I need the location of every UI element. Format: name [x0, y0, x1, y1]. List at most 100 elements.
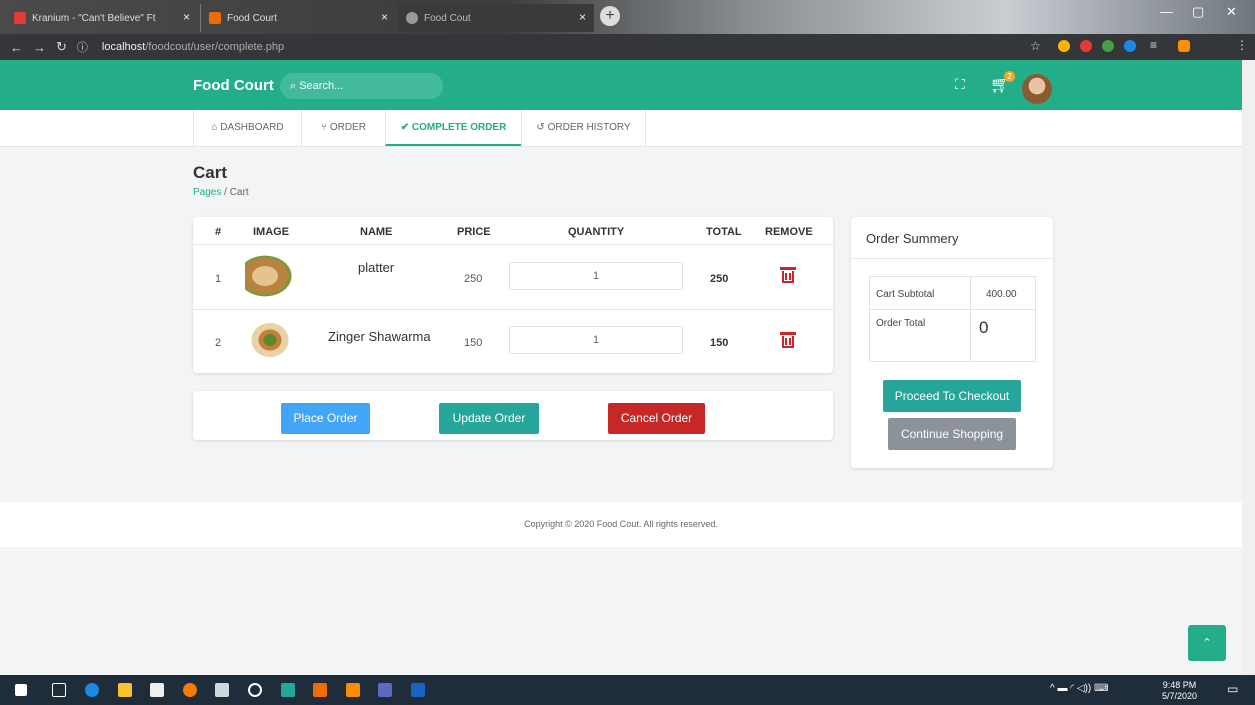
- chevron-up-icon: ⌃: [1202, 637, 1212, 649]
- update-order-button[interactable]: Update Order: [439, 403, 539, 434]
- quantity-input[interactable]: 1: [509, 326, 683, 354]
- url-field[interactable]: localhost/foodcout/user/complete.php: [102, 41, 284, 53]
- cancel-order-button[interactable]: Cancel Order: [608, 403, 705, 434]
- avatar[interactable]: [1022, 74, 1052, 104]
- history-icon: ↺: [536, 122, 548, 133]
- checkout-button[interactable]: Proceed To Checkout: [883, 380, 1021, 412]
- continue-shopping-button[interactable]: Continue Shopping: [888, 418, 1016, 450]
- tab-title: Kranium - "Can't Believe" Ft: [32, 12, 156, 24]
- food-image-platter: [245, 253, 295, 299]
- divider: [970, 276, 971, 362]
- breadcrumb-current: Cart: [229, 187, 249, 198]
- url-host: localhost: [101, 41, 146, 53]
- minimize-icon[interactable]: —: [1160, 4, 1173, 19]
- task-view-icon[interactable]: [52, 683, 66, 697]
- tab-order-history[interactable]: ↺ ORDER HISTORY: [521, 110, 646, 146]
- file-explorer-icon[interactable]: [118, 683, 132, 697]
- tab-title: Food Cout: [424, 12, 471, 24]
- xampp-icon[interactable]: [313, 683, 327, 697]
- extension-icon[interactable]: [1124, 40, 1136, 52]
- trash-icon[interactable]: [780, 267, 796, 283]
- windows-start-icon[interactable]: [15, 684, 27, 696]
- page-scrollbar[interactable]: [1242, 60, 1255, 675]
- edge-icon[interactable]: [85, 683, 99, 697]
- paint-icon[interactable]: [378, 683, 392, 697]
- breadcrumb-separator: /: [224, 187, 227, 198]
- extension-icon[interactable]: [1102, 40, 1114, 52]
- bookmark-star-icon[interactable]: ☆: [1030, 39, 1041, 53]
- browser-tab[interactable]: Kranium - "Can't Believe" Ft ×: [6, 4, 198, 32]
- close-icon[interactable]: ×: [183, 10, 190, 24]
- item-name: platter: [358, 260, 395, 275]
- new-tab-button[interactable]: +: [600, 6, 620, 26]
- url-path: /foodcout/user/complete.php: [145, 41, 285, 53]
- footer: Copyright © 2020 Food Cout. All rights r…: [0, 502, 1242, 547]
- tab-complete-order[interactable]: ✔ COMPLETE ORDER: [385, 110, 521, 146]
- loading-icon: [406, 12, 418, 24]
- item-total: 150: [710, 337, 729, 349]
- menu-icon[interactable]: ⋮: [1236, 38, 1248, 52]
- col-header-remove: REMOVE: [765, 226, 813, 238]
- reload-icon[interactable]: ↻: [56, 39, 67, 55]
- close-window-icon[interactable]: ✕: [1226, 4, 1237, 20]
- media-icon[interactable]: [248, 683, 262, 697]
- profile-icon[interactable]: [1178, 40, 1190, 52]
- order-total-label: Order Total: [876, 318, 926, 329]
- forward-icon[interactable]: →: [33, 40, 46, 55]
- search-icon: ⌕: [290, 80, 300, 92]
- breadcrumb: Pages / Cart: [193, 187, 249, 198]
- word-icon[interactable]: [411, 683, 425, 697]
- tab-label: ORDER HISTORY: [547, 122, 631, 133]
- playlist-icon[interactable]: ≡: [1150, 38, 1157, 52]
- trash-icon[interactable]: [780, 332, 796, 348]
- row-number: 1: [215, 273, 222, 285]
- tab-title: Food Court: [227, 12, 278, 24]
- tab-label: COMPLETE ORDER: [411, 122, 507, 133]
- brand-logo[interactable]: Food Court: [193, 77, 274, 94]
- fullscreen-icon[interactable]: ⛶: [955, 76, 965, 93]
- place-order-button[interactable]: Place Order: [281, 403, 370, 434]
- browser-tab-active[interactable]: Food Cout ×: [398, 4, 594, 32]
- main-nav: ⌂ DASHBOARD ⑂ ORDER ✔ COMPLETE ORDER ↺ O…: [0, 110, 1242, 147]
- divider: [851, 258, 1053, 259]
- info-icon[interactable]: ⓘ: [77, 39, 88, 55]
- search-input[interactable]: ⌕ Search...: [280, 73, 443, 99]
- item-name: Zinger Shawarma: [328, 329, 431, 344]
- subtotal-value: 400.00: [986, 289, 1017, 300]
- tab-dashboard[interactable]: ⌂ DASHBOARD: [193, 110, 301, 146]
- taskbar-clock[interactable]: 9:48 PM 5/7/2020: [1162, 680, 1197, 702]
- back-icon[interactable]: ←: [10, 40, 23, 55]
- app-icon[interactable]: [281, 683, 295, 697]
- site-icon: [209, 12, 221, 24]
- divider: [193, 244, 833, 245]
- home-icon: ⌂: [211, 122, 221, 133]
- browser-tab[interactable]: Food Court ×: [200, 4, 396, 32]
- youtube-icon: [14, 12, 26, 24]
- browser-tab-strip: Kranium - "Can't Believe" Ft × Food Cour…: [0, 0, 1255, 34]
- subtotal-label: Cart Subtotal: [876, 289, 935, 300]
- extension-icon[interactable]: [1080, 40, 1092, 52]
- mail-icon[interactable]: [215, 683, 229, 697]
- maximize-icon[interactable]: ▢: [1192, 4, 1204, 20]
- sublime-icon[interactable]: [346, 683, 360, 697]
- clock-date: 5/7/2020: [1162, 691, 1198, 701]
- tab-label: ORDER: [329, 122, 366, 133]
- system-tray-icons[interactable]: ^ ▬ ◜ ◁)) ⌨: [1050, 683, 1108, 694]
- quantity-input[interactable]: 1: [509, 262, 683, 290]
- check-icon: ✔: [400, 122, 412, 133]
- col-header-image: IMAGE: [253, 226, 290, 238]
- tab-label: DASHBOARD: [220, 122, 284, 133]
- item-price: 250: [464, 273, 483, 285]
- breadcrumb-root[interactable]: Pages: [193, 187, 221, 198]
- close-icon[interactable]: ×: [381, 10, 388, 24]
- item-total: 250: [710, 273, 729, 285]
- notification-icon[interactable]: ▭: [1227, 682, 1238, 696]
- store-icon[interactable]: [150, 683, 164, 697]
- chrome-icon[interactable]: [183, 683, 197, 697]
- col-header-total: TOTAL: [706, 226, 742, 238]
- scroll-to-top-button[interactable]: ⌃: [1188, 625, 1226, 661]
- close-icon[interactable]: ×: [579, 10, 586, 24]
- col-header-price: PRICE: [457, 226, 491, 238]
- extension-icon[interactable]: [1058, 40, 1070, 52]
- tab-order[interactable]: ⑂ ORDER: [301, 110, 385, 146]
